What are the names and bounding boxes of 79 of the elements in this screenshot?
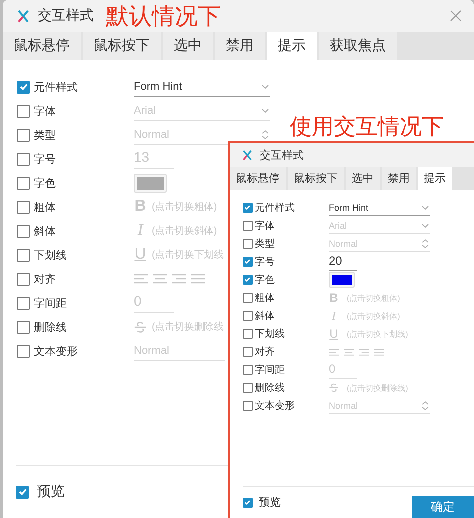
checkbox[interactable] [17, 128, 30, 142]
tab[interactable]: 提示 [418, 167, 452, 190]
checkbox[interactable] [17, 176, 30, 190]
checkbox[interactable] [17, 104, 30, 118]
spinner-arrows-icon[interactable] [421, 400, 430, 410]
checkbox[interactable] [17, 224, 30, 238]
dropdown-field[interactable]: Form Hint [134, 77, 270, 97]
checkbox[interactable] [243, 203, 253, 213]
property-label: 粗体 [34, 200, 56, 214]
property-label: 类型 [255, 238, 275, 251]
tab[interactable]: 禁用 [382, 167, 416, 190]
checkbox[interactable] [243, 498, 253, 508]
checkbox[interactable] [243, 329, 253, 339]
property-label: 字间距 [255, 364, 285, 377]
property-label: 类型 [34, 128, 56, 142]
checkbox[interactable] [17, 272, 30, 286]
color-picker[interactable] [329, 272, 355, 288]
checkbox[interactable] [17, 152, 30, 166]
property-label: 元件样式 [34, 80, 78, 94]
logo-icon [18, 10, 29, 22]
property-label: 字号 [255, 256, 275, 269]
checkbox[interactable] [243, 293, 253, 303]
property-label: 文本变形 [34, 344, 78, 358]
dropdown-field[interactable]: Form Hint [329, 200, 430, 216]
tab[interactable]: 提示 [267, 32, 317, 60]
checkbox[interactable] [243, 365, 253, 375]
property-label: 字体 [34, 104, 56, 118]
spinner-arrows-icon[interactable] [421, 238, 430, 248]
property-label: 粗体 [255, 292, 275, 305]
window-title: 交互样式 [260, 148, 304, 162]
property-label: 删除线 [34, 320, 67, 334]
spinner-arrows-icon[interactable] [261, 130, 270, 140]
property-label: 文本变形 [255, 400, 295, 413]
checkbox[interactable] [17, 320, 30, 334]
property-label: 字色 [255, 274, 275, 287]
property-label: 对齐 [34, 272, 56, 286]
property-label: 下划线 [34, 248, 67, 262]
tab[interactable]: 禁用 [215, 32, 265, 60]
checkbox[interactable] [243, 275, 253, 285]
tab[interactable]: 获取焦点 [319, 32, 397, 60]
property-label: 斜体 [34, 224, 56, 238]
tab[interactable]: 鼠标悬停 [3, 32, 81, 60]
preview-label: 预览 [259, 496, 281, 510]
property-label: 字色 [34, 176, 56, 190]
checkbox[interactable] [243, 257, 253, 267]
checkbox[interactable] [17, 200, 30, 214]
annotation-text: 使用交互情况下 [290, 113, 444, 141]
checkbox[interactable] [243, 239, 253, 249]
checkbox[interactable] [243, 311, 253, 321]
tab[interactable]: 鼠标悬停 [230, 167, 286, 190]
checkbox[interactable] [17, 344, 30, 358]
checkbox[interactable] [243, 347, 253, 357]
property-label: 字体 [255, 220, 275, 233]
window-title: 交互样式 [38, 7, 94, 25]
checkbox[interactable] [243, 221, 253, 231]
tab[interactable]: 选中 [346, 167, 380, 190]
checkbox[interactable] [17, 248, 30, 262]
checkbox[interactable] [17, 296, 30, 310]
property-label: 字号 [34, 152, 56, 166]
color-picker[interactable] [134, 174, 167, 192]
confirm-button[interactable]: 确定 [412, 496, 474, 518]
tab[interactable]: 选中 [163, 32, 213, 60]
checkbox[interactable] [16, 486, 29, 498]
number-field[interactable]: 20 [329, 254, 357, 270]
property-label: 对齐 [255, 346, 275, 359]
preview-label: 预览 [37, 483, 65, 501]
close-icon[interactable] [450, 10, 462, 22]
checkbox[interactable] [17, 80, 30, 94]
logo-icon [243, 150, 252, 160]
property-label: 元件样式 [255, 202, 295, 215]
tab[interactable]: 鼠标按下 [83, 32, 161, 60]
property-label: 字间距 [34, 296, 67, 310]
annotation-text: 默认情况下 [106, 2, 221, 30]
property-label: 下划线 [255, 328, 285, 341]
checkbox[interactable] [243, 401, 253, 411]
checkbox[interactable] [243, 383, 253, 393]
property-label: 斜体 [255, 310, 275, 323]
tab[interactable]: 鼠标按下 [288, 167, 344, 190]
property-label: 删除线 [255, 382, 285, 395]
